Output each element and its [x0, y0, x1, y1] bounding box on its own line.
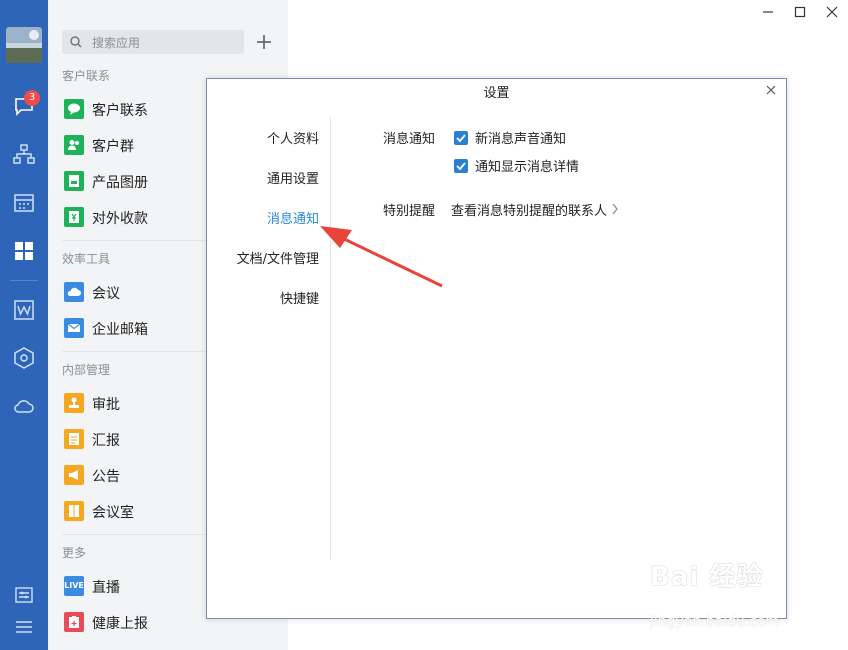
app-item-label: 产品图册 [92, 175, 148, 191]
close-icon [766, 85, 776, 95]
section-title: 效率工具 [62, 252, 111, 266]
album-icon [64, 171, 84, 191]
mail-icon [64, 318, 84, 338]
notification-label: 消息通知 [383, 132, 436, 147]
minimize-icon [763, 11, 773, 13]
search-icon [70, 36, 82, 48]
special-reminder-label: 特别提醒 [383, 204, 436, 219]
sound-notification-label: 新消息声音通知 [475, 132, 567, 147]
show-details-checkbox[interactable] [454, 159, 468, 173]
unread-badge: 3 [24, 90, 40, 106]
payment-icon [64, 207, 84, 227]
cloud-icon[interactable] [12, 394, 36, 418]
special-reminder-link[interactable]: 查看消息特别提醒的联系人 [451, 200, 607, 219]
workbench-icon[interactable] [12, 239, 36, 263]
maximize-button[interactable] [792, 4, 808, 20]
nav-shortcuts[interactable]: 快捷键 [280, 288, 319, 307]
section-title: 客户联系 [62, 69, 111, 83]
door-icon [64, 501, 84, 521]
checkmark-icon [456, 162, 466, 171]
app-item-label: 对外收款 [92, 211, 148, 227]
stamp-icon [64, 393, 84, 413]
sound-notification-checkbox[interactable] [454, 131, 468, 145]
app-item-label: 企业邮箱 [92, 322, 148, 338]
chevron-right-icon [612, 203, 618, 215]
app-item-label: 汇报 [92, 433, 120, 449]
close-window-button[interactable] [824, 4, 840, 20]
close-icon [826, 6, 838, 18]
app-item-label: 客户联系 [92, 103, 148, 119]
rail-divider [10, 280, 38, 281]
live-icon: LIVE [64, 576, 84, 596]
settings-dialog: 设置 个人资料 通用设置 消息通知 文档/文件管理 快捷键 消息通知 新消息声音… [206, 78, 787, 619]
cube-icon[interactable] [12, 346, 36, 370]
watermark-url: jingyan.baidu.com [650, 614, 780, 630]
app-item-label: 健康上报 [92, 616, 148, 632]
left-rail: 3 [0, 0, 48, 650]
dialog-title: 设置 [483, 86, 510, 101]
plus-icon [257, 35, 271, 49]
nav-message-notification[interactable]: 消息通知 [267, 208, 319, 227]
checkmark-icon [456, 134, 466, 143]
section-title: 内部管理 [62, 363, 111, 377]
show-details-label: 通知显示消息详情 [475, 160, 580, 175]
app-item-label: 会议 [92, 286, 120, 302]
section-title: 更多 [62, 546, 87, 560]
maximize-icon [794, 6, 806, 18]
group-icon [64, 135, 84, 155]
settings-sliders-icon[interactable] [12, 583, 36, 607]
app-item-label: 客户群 [92, 139, 134, 155]
chat-bubble-icon [64, 99, 84, 119]
search-placeholder: 搜索应用 [92, 36, 141, 50]
app-item-label: 审批 [92, 397, 120, 413]
baidu-jingyan-watermark: Bai 经验 [650, 562, 764, 592]
dialog-close-button[interactable] [764, 83, 778, 97]
search-box[interactable]: 搜索应用 [62, 30, 244, 54]
add-app-button[interactable] [254, 30, 274, 54]
megaphone-icon [64, 465, 84, 485]
minimize-button[interactable] [760, 4, 776, 20]
calendar-icon[interactable] [12, 191, 36, 215]
app-item-label: 直播 [92, 580, 120, 596]
app-item-label: 公告 [92, 469, 120, 485]
nav-document-management[interactable]: 文档/文件管理 [237, 248, 319, 267]
nav-profile[interactable]: 个人资料 [267, 128, 319, 147]
meeting-cloud-icon [64, 282, 84, 302]
nav-divider [330, 117, 331, 559]
avatar[interactable] [6, 27, 42, 63]
document-icon[interactable] [12, 298, 36, 322]
red-arrow-annotation [320, 226, 443, 288]
nav-general-settings[interactable]: 通用设置 [267, 168, 319, 187]
health-report-icon [64, 612, 84, 632]
org-chart-icon[interactable] [12, 142, 36, 166]
menu-icon[interactable] [12, 615, 36, 639]
report-icon [64, 429, 84, 449]
app-item-label: 会议室 [92, 505, 134, 521]
